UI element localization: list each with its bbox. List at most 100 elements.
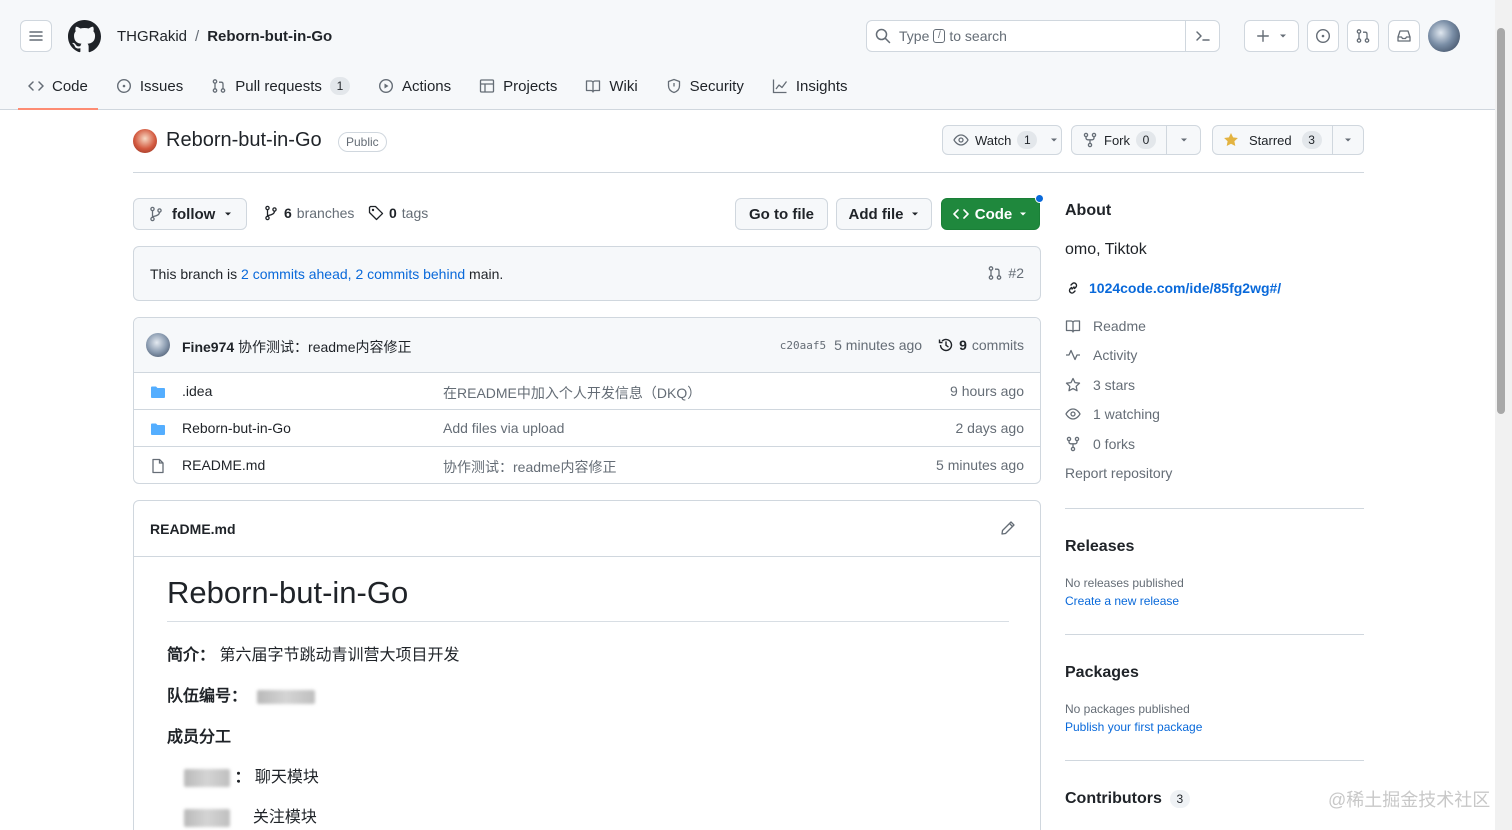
tab-security[interactable]: Security <box>656 70 754 102</box>
pull-request-icon <box>212 79 226 93</box>
commit-author-link[interactable]: Fine974 <box>182 339 234 355</box>
github-logo-icon[interactable] <box>68 20 101 53</box>
menu-button[interactable] <box>20 20 52 52</box>
repo-website-link[interactable]: 1024code.com/ide/85fg2wg#/ <box>1065 280 1281 296</box>
commit-sha-link[interactable]: c20aaf5 <box>780 339 826 352</box>
commit-meta: c20aaf5 5 minutes ago 9 commits <box>780 337 1024 353</box>
sidebar-item-watchers[interactable]: 1 watching <box>1065 406 1160 422</box>
file-name-link[interactable]: README.md <box>182 457 265 473</box>
tab-label: Wiki <box>609 77 638 95</box>
file-name-link[interactable]: .idea <box>182 383 212 399</box>
branch-selector-button[interactable]: follow <box>133 198 247 230</box>
commits-behind-link[interactable]: 2 commits behind <box>355 266 465 282</box>
eye-icon <box>1065 408 1081 420</box>
search-placeholder-suffix: to search <box>949 28 1007 44</box>
commit-message-link[interactable]: 协作测试：readme内容修正 <box>238 339 411 355</box>
fork-dropdown[interactable] <box>1166 126 1200 154</box>
commits-history-link[interactable]: 9 commits <box>938 337 1024 353</box>
tab-projects[interactable]: Projects <box>469 70 567 102</box>
file-icon <box>152 458 164 474</box>
readme-header: README.md <box>134 501 1040 557</box>
star-button[interactable]: Starred 3 <box>1212 125 1364 155</box>
pencil-icon[interactable] <box>1000 520 1016 536</box>
pull-requests-shortcut-button[interactable] <box>1347 20 1379 52</box>
sidebar-item-label: 1 watching <box>1093 406 1160 422</box>
linked-pull-request[interactable]: #2 <box>987 265 1024 281</box>
file-name-link[interactable]: Reborn-but-in-Go <box>182 420 291 436</box>
graph-icon <box>772 79 787 94</box>
code-icon <box>28 81 44 91</box>
sidebar-item-label: Activity <box>1093 347 1138 363</box>
tab-actions[interactable]: Actions <box>368 70 461 102</box>
commit-author-avatar[interactable] <box>146 333 170 357</box>
chevron-down-icon <box>1051 138 1058 142</box>
eye-icon <box>953 134 969 146</box>
inbox-button[interactable] <box>1388 20 1420 52</box>
user-avatar[interactable] <box>1428 20 1460 52</box>
sidebar-item-activity[interactable]: Activity <box>1065 347 1137 363</box>
tag-icon <box>368 205 384 221</box>
file-row[interactable]: README.md 协作测试：readme内容修正 5 minutes ago <box>134 447 1040 483</box>
folder-icon <box>151 423 165 435</box>
tab-wiki[interactable]: Wiki <box>575 70 647 102</box>
sidebar-item-forks[interactable]: 0 forks <box>1065 436 1135 452</box>
file-commit-message-link[interactable]: 协作测试：readme内容修正 <box>443 457 616 477</box>
go-to-file-button[interactable]: Go to file <box>735 198 828 230</box>
commits-ahead-link[interactable]: 2 commits ahead, <box>241 266 352 282</box>
commits-count: 9 <box>959 337 967 353</box>
search-icon <box>875 28 891 44</box>
sidebar-item-label: 3 stars <box>1093 377 1136 393</box>
readme-filename: README.md <box>150 521 236 537</box>
current-branch-label: follow <box>172 205 216 223</box>
branches-link[interactable]: 6 branches <box>263 205 354 221</box>
latest-commit: Fine974 协作测试：readme内容修正 <box>182 337 412 357</box>
watch-dropdown[interactable] <box>1047 126 1061 154</box>
visibility-badge: Public <box>338 132 387 152</box>
file-row[interactable]: .idea 在README中加入个人开发信息（DKQ） 9 hours ago <box>134 373 1040 410</box>
star-dropdown[interactable] <box>1331 126 1363 154</box>
sidebar-item-label: Readme <box>1093 318 1146 334</box>
issues-shortcut-button[interactable] <box>1307 20 1339 52</box>
chevron-down-icon <box>1180 138 1187 142</box>
fork-button[interactable]: Fork 0 <box>1071 125 1201 155</box>
add-file-button[interactable]: Add file <box>836 198 932 230</box>
file-commit-message-link[interactable]: Add files via upload <box>443 420 564 436</box>
tab-pull-requests[interactable]: Pull requests 1 <box>201 70 360 102</box>
command-palette-button[interactable] <box>1185 20 1219 52</box>
packages-heading[interactable]: Packages <box>1065 664 1139 682</box>
sidebar-item-readme[interactable]: Readme <box>1065 318 1146 334</box>
report-repository-link[interactable]: Report repository <box>1065 465 1172 481</box>
file-commit-message-link[interactable]: 在README中加入个人开发信息（DKQ） <box>443 383 701 403</box>
watch-label: Watch <box>975 132 1012 148</box>
breadcrumb: THGRakid / Reborn-but-in-Go <box>117 28 332 45</box>
sidebar-item-label: 0 forks <box>1093 436 1136 452</box>
commit-time: 5 minutes ago <box>834 337 923 353</box>
tags-link[interactable]: 0 tags <box>368 205 428 221</box>
star-count: 3 <box>1301 131 1322 149</box>
sidebar-item-stars[interactable]: 3 stars <box>1065 377 1135 393</box>
tab-code[interactable]: Code <box>18 70 98 110</box>
breadcrumb-owner-link[interactable]: THGRakid <box>117 28 187 45</box>
app-header: THGRakid / Reborn-but-in-Go Type / to se… <box>0 0 1495 110</box>
readme-title: Reborn-but-in-Go <box>167 575 409 610</box>
fork-label: Fork <box>1104 132 1130 148</box>
publish-package-link[interactable]: Publish your first package <box>1065 720 1202 734</box>
code-dropdown-button[interactable]: Code <box>941 198 1040 230</box>
scrollbar-thumb[interactable] <box>1497 28 1505 414</box>
breadcrumb-repo-link[interactable]: Reborn-but-in-Go <box>207 28 332 45</box>
watch-button[interactable]: Watch 1 <box>942 125 1062 155</box>
repo-title[interactable]: Reborn-but-in-Go <box>166 129 322 152</box>
fork-icon <box>1066 436 1080 452</box>
tab-issues[interactable]: Issues <box>106 70 193 102</box>
contributors-count: 3 <box>1169 790 1190 808</box>
tab-insights[interactable]: Insights <box>762 70 858 102</box>
create-release-link[interactable]: Create a new release <box>1065 594 1179 608</box>
releases-heading[interactable]: Releases <box>1065 538 1134 556</box>
book-icon <box>586 80 601 93</box>
create-new-button[interactable] <box>1244 20 1299 52</box>
search-input[interactable]: Type / to search <box>866 20 1220 52</box>
file-row[interactable]: Reborn-but-in-Go Add files via upload 2 … <box>134 410 1040 447</box>
readme-title-divider <box>167 621 1009 622</box>
tab-label: Actions <box>401 77 452 95</box>
contributors-heading-row[interactable]: Contributors 3 <box>1065 790 1190 808</box>
